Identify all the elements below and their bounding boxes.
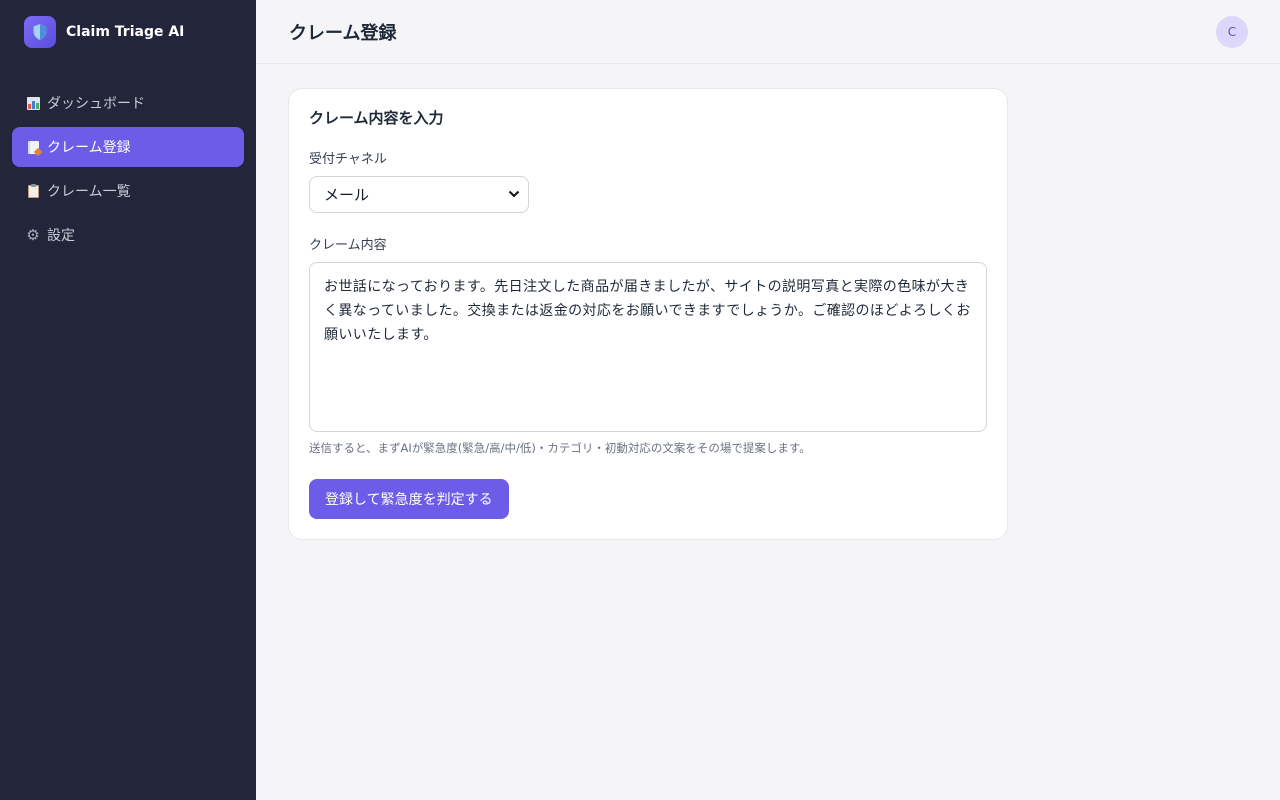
sidebar-item-claim-list[interactable]: クレーム一覧 [12, 171, 244, 211]
form-hint: 送信すると、まずAIが緊急度(緊急/高/中/低)・カテゴリ・初動対応の文案をその… [309, 441, 811, 455]
sidebar-nav: ダッシュボード クレーム登録 クレーム一覧 ⚙ 設定 [12, 83, 244, 255]
sidebar-item-claim-register[interactable]: クレーム登録 [12, 127, 244, 167]
sidebar-item-settings[interactable]: ⚙ 設定 [12, 215, 244, 255]
channel-select[interactable]: メール [309, 176, 529, 213]
clipboard-icon [26, 183, 40, 198]
content: クレーム内容を入力 受付チャネル メール クレーム内容 お世話になっております。… [256, 64, 1280, 564]
sidebar-item-label: ダッシュボード [47, 96, 145, 112]
page-title: クレーム登録 [289, 22, 397, 44]
channel-label: 受付チャネル [309, 152, 387, 167]
claim-content-textarea[interactable]: お世話になっております。先日注文した商品が届きましたが、サイトの説明写真と実際の… [309, 262, 987, 432]
main-area: クレーム登録 C クレーム内容を入力 受付チャネル メール クレーム内容 お世話… [256, 0, 1280, 800]
channel-select-value: メール [324, 186, 370, 204]
sidebar: Claim Triage AI ダッシュボード クレーム登録 クレーム一覧 ⚙ … [0, 0, 256, 800]
gear-icon: ⚙ [26, 225, 40, 244]
sidebar-item-label: 設定 [47, 228, 75, 244]
avatar[interactable]: C [1216, 15, 1248, 48]
topbar: クレーム登録 C [256, 0, 1280, 64]
document-icon [26, 140, 40, 154]
content-label: クレーム内容 [309, 238, 387, 253]
sidebar-item-label: クレーム登録 [47, 140, 131, 156]
brand-name: Claim Triage AI [66, 24, 185, 40]
card-title: クレーム内容を入力 [309, 109, 444, 127]
sidebar-item-label: クレーム一覧 [47, 184, 131, 200]
sidebar-item-dashboard[interactable]: ダッシュボード [12, 83, 244, 123]
app-root: Claim Triage AI ダッシュボード クレーム登録 クレーム一覧 ⚙ … [0, 0, 1280, 800]
chevron-down-icon [508, 188, 520, 201]
chart-icon [26, 96, 40, 110]
brand[interactable]: Claim Triage AI [12, 16, 244, 48]
claim-form-card: クレーム内容を入力 受付チャネル メール クレーム内容 お世話になっております。… [288, 88, 1008, 540]
shield-icon [24, 16, 56, 48]
submit-button[interactable]: 登録して緊急度を判定する [309, 479, 509, 519]
